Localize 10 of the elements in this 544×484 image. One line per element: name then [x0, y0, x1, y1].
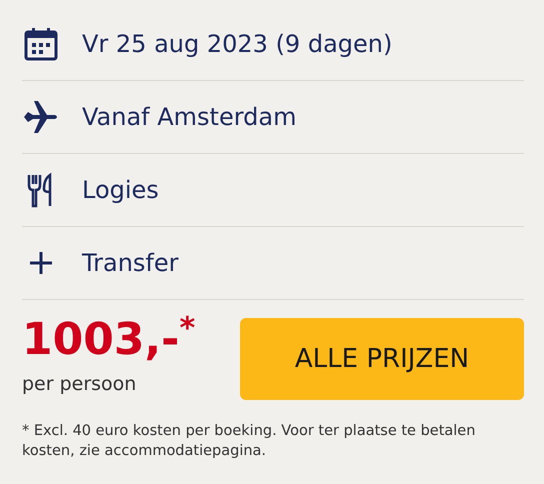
calendar-icon — [22, 25, 60, 63]
detail-label: Transfer — [82, 248, 179, 279]
airplane-icon — [22, 98, 60, 136]
price: 1003,-$^{*}$ — [22, 318, 196, 362]
detail-label: Vr 25 aug 2023 (9 dagen) — [82, 29, 392, 60]
footnote: * Excl. 40 euro kosten per boeking. Voor ter plaatse te betalen kosten, zie accommodatiepagina. — [22, 422, 476, 461]
detail-label: Vanaf Amsterdam — [82, 102, 296, 133]
all-prices-button[interactable]: ALLE PRIJZEN — [240, 318, 524, 400]
detail-label: Logies — [82, 175, 159, 206]
price-unit: per persoon — [22, 372, 136, 397]
